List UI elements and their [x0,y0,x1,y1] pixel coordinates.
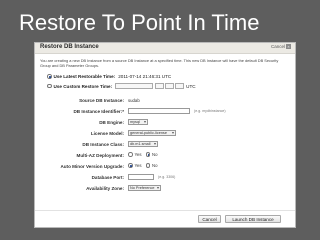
restore-option-custom[interactable]: Use Custom Restore Time: UTC [47,83,196,89]
availability-zone-row: No Preference [128,185,161,191]
custom-date-input[interactable] [115,83,154,89]
multi-az-options: Yes No [128,152,162,157]
auto-minor-yes-radio[interactable] [128,163,133,168]
db-engine-label: DB Engine: [99,120,124,125]
restore-option-custom-label: Use Custom Restore Time: [53,83,113,89]
custom-minute-input[interactable] [165,83,175,89]
license-model-label: License Model: [90,131,124,136]
auto-minor-no-option[interactable]: No [145,163,158,168]
db-instance-identifier-row: (e.g. mydbinstance) [128,108,226,114]
dialog-cancel-link[interactable]: Cancel × [271,44,291,49]
auto-minor-yes-option[interactable]: Yes [128,163,142,168]
radio-latest-restorable-time[interactable] [47,74,52,79]
db-engine-select[interactable]: mysql [128,119,148,125]
dialog-cancel-label: Cancel [270,44,285,49]
source-db-instance-value: sudab [128,98,140,103]
auto-minor-no-label: No [152,163,158,168]
custom-hour-input[interactable] [155,83,165,89]
database-port-row: (e.g. 3306) [128,174,175,180]
restore-option-latest-label: Use Latest Restorable Time: [53,74,116,79]
auto-minor-yes-label: Yes [134,163,142,168]
db-instance-class-label: DB Instance Class: [82,142,124,147]
multi-az-yes-radio[interactable] [128,152,133,157]
db-instance-identifier-input[interactable] [128,108,190,114]
slide-title: Restore To Point In Time [19,10,260,35]
radio-custom-restore-time[interactable] [47,83,52,89]
auto-minor-upgrade-options: Yes No [128,163,162,168]
db-instance-class-row: db.m1.small [128,141,158,147]
cancel-button[interactable]: Cancel [198,215,221,223]
db-instance-class-select[interactable]: db.m1.small [128,141,158,147]
dialog-header: Restore DB Instance Cancel × [35,43,295,54]
multi-az-yes-option[interactable]: Yes [128,152,142,157]
custom-time-utc-label: UTC [186,83,196,89]
footer-divider [35,210,295,211]
restore-option-latest-value: 2011-07-14 21:46:31 UTC [118,74,172,79]
restore-option-latest[interactable]: Use Latest Restorable Time: 2011-07-14 2… [47,74,171,79]
launch-db-instance-button[interactable]: Launch DB Instance [225,215,281,223]
db-instance-identifier-hint: (e.g. mydbinstance) [194,109,226,113]
multi-az-no-radio[interactable] [145,152,151,157]
multi-az-no-option[interactable]: No [145,152,158,157]
license-model-select[interactable]: general-public-license [128,130,176,136]
source-db-instance-label: Source DB Instance: [79,98,124,103]
auto-minor-no-radio[interactable] [145,163,151,168]
db-instance-identifier-label: DB Instance Identifier:* [73,109,124,114]
database-port-input[interactable] [128,174,154,180]
dialog-description: You are creating a new DB Instance from … [40,58,279,68]
database-port-hint: (e.g. 3306) [158,175,176,179]
restore-db-instance-dialog: Restore DB Instance Cancel × You are cre… [34,42,296,228]
multi-az-label: Multi-AZ Deployment: [76,153,124,158]
license-model-row: general-public-license [128,130,176,136]
custom-second-input[interactable] [175,83,185,89]
multi-az-no-label: No [152,152,158,157]
multi-az-yes-label: Yes [134,152,142,157]
close-icon[interactable]: × [286,44,291,49]
dialog-title: Restore DB Instance [40,44,99,50]
auto-minor-upgrade-label: Auto Minor Version Upgrade: [60,164,124,169]
database-port-label: Database Port: [91,175,124,180]
availability-zone-select[interactable]: No Preference [128,185,161,191]
db-engine-row: mysql [128,119,148,125]
availability-zone-label: Availability Zone: [86,186,124,191]
